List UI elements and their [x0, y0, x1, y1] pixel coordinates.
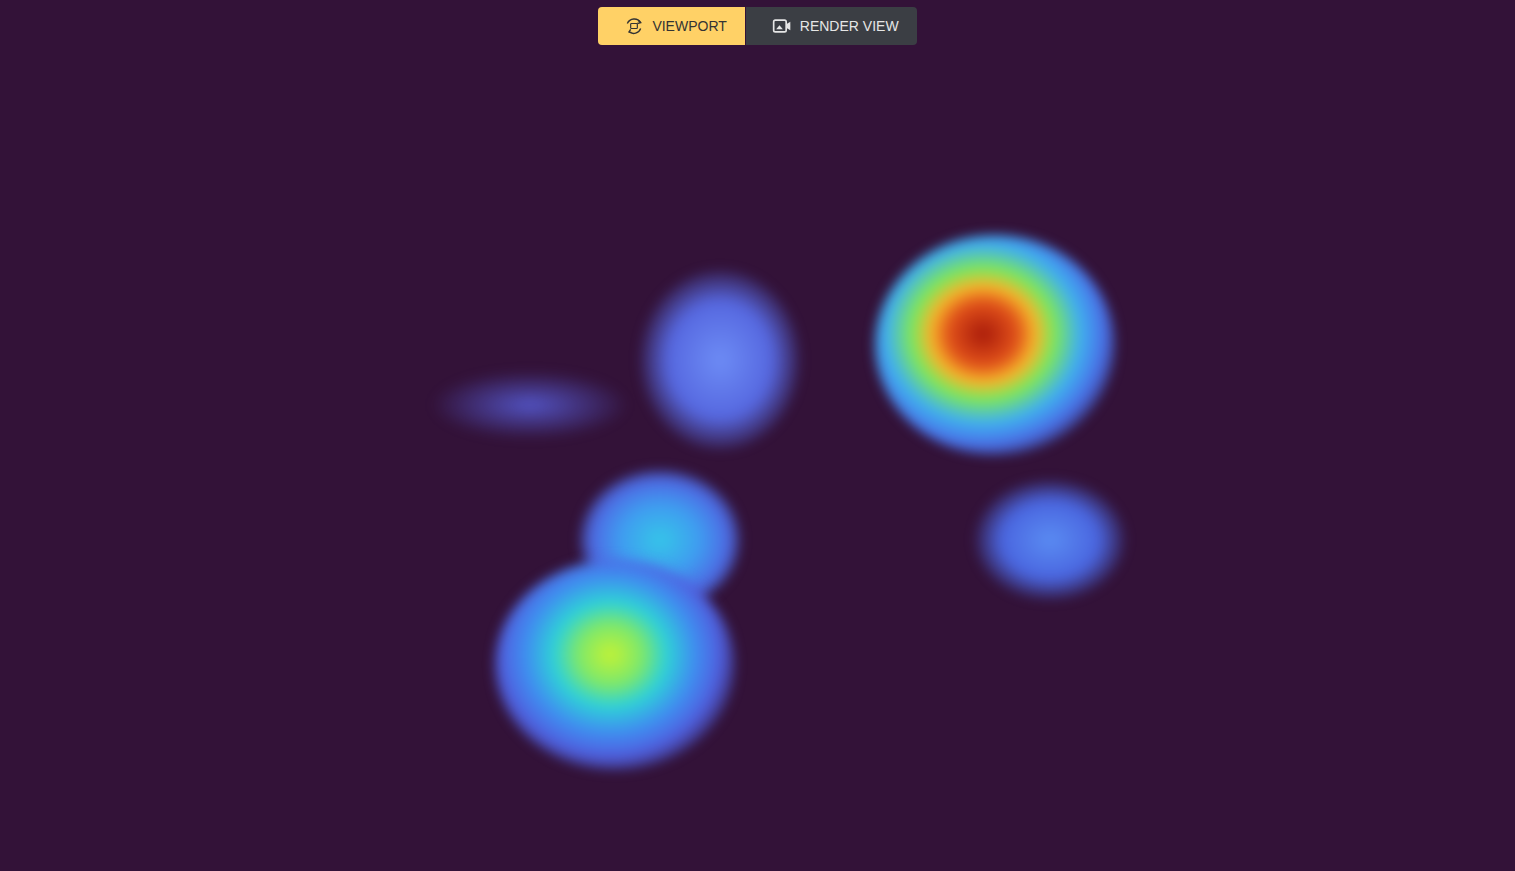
point-cloud-blob: [640, 270, 800, 450]
point-cloud-blob: [430, 370, 630, 440]
view-toggle-button[interactable]: VIEWPORT: [598, 7, 744, 45]
view-toggle-label: RENDER VIEW: [800, 18, 899, 34]
viewer: VIEWPORT RENDER VIEW: [0, 0, 1515, 871]
point-cloud-blob: [975, 480, 1125, 600]
render-canvas[interactable]: [0, 0, 1515, 871]
rotate-3d-icon: [624, 16, 644, 36]
camera-image-icon: [772, 16, 792, 36]
view-toggle: VIEWPORT RENDER VIEW: [0, 0, 1515, 45]
view-toggle-label: VIEWPORT: [652, 18, 726, 34]
point-cloud-blob: [875, 235, 1115, 455]
view-toggle-button[interactable]: RENDER VIEW: [746, 7, 917, 45]
point-cloud-blob: [495, 560, 735, 770]
